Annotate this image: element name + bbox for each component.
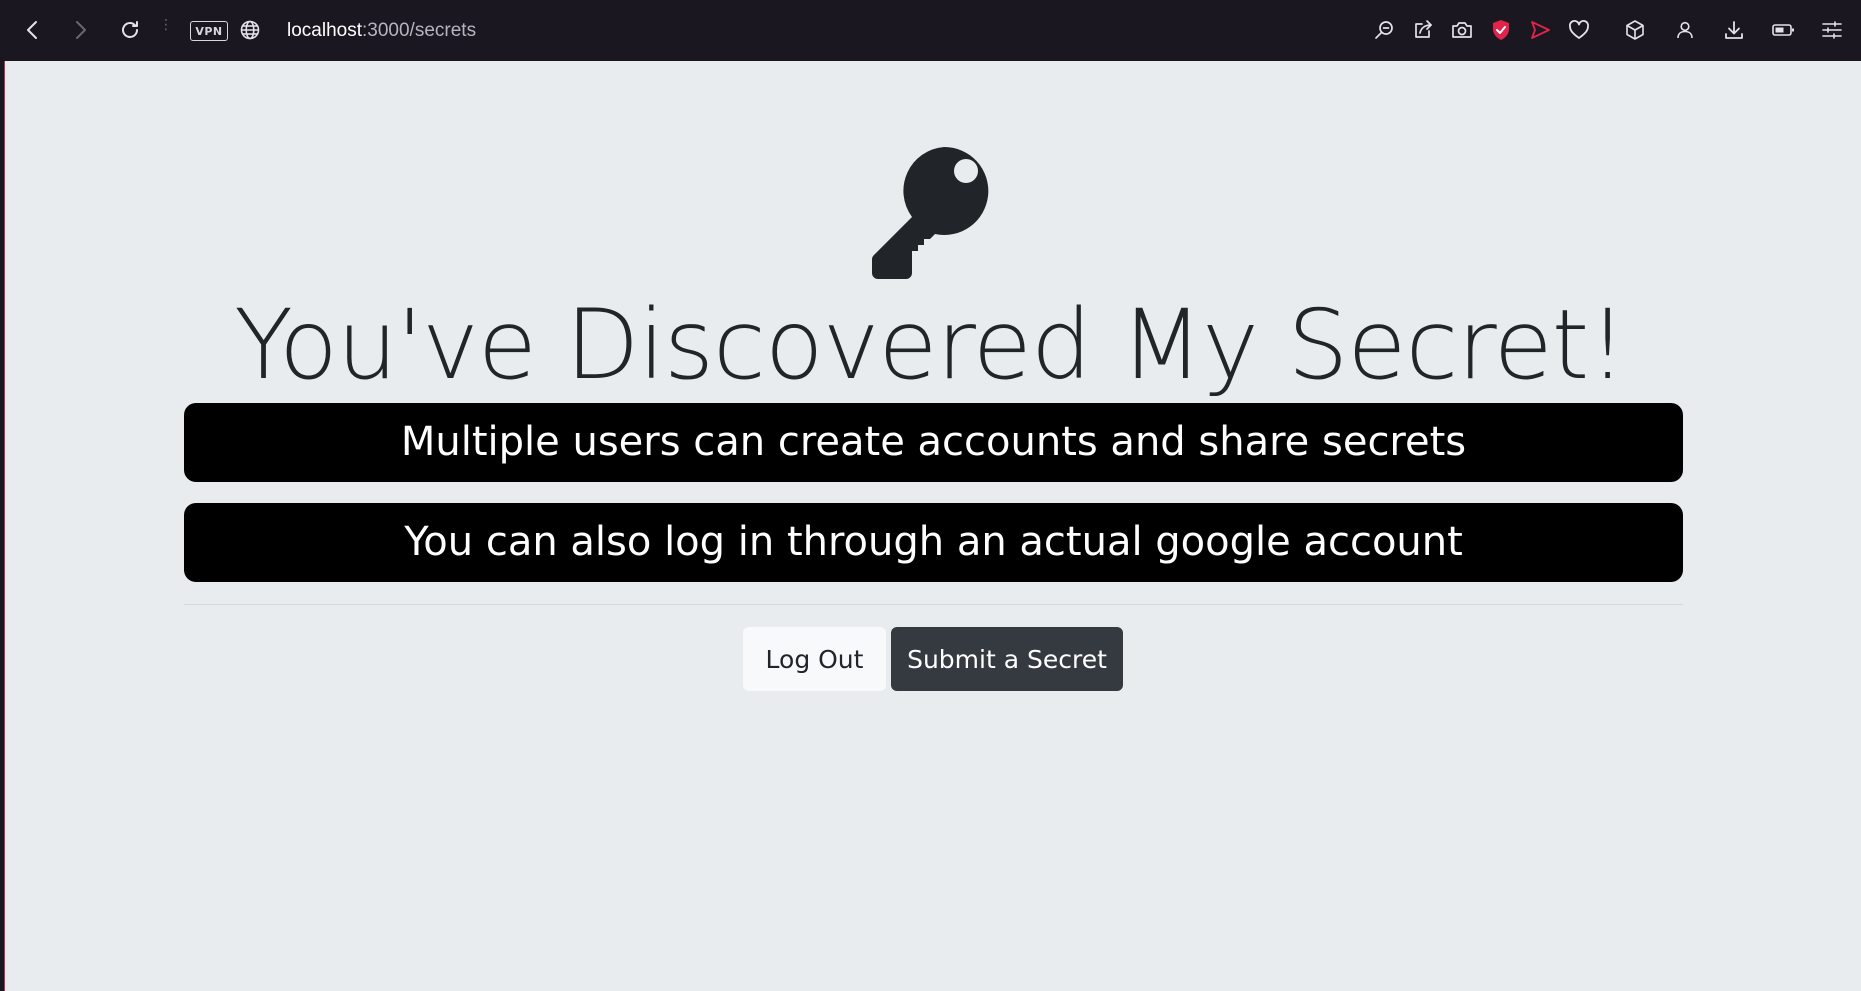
divider [184,604,1683,605]
heart-icon [1569,20,1589,39]
forward-icon [76,21,86,39]
back-icon [27,21,37,39]
battery-saver-button[interactable] [1765,12,1801,48]
toolbar-separator: ⋮ [159,17,173,33]
key-icon [872,146,989,279]
profile-button[interactable] [1667,12,1703,48]
reload-icon [122,21,138,38]
shield-icon [1493,20,1509,40]
send-icon [1531,21,1550,39]
easy-setup-button[interactable] [1814,12,1850,48]
ad-blocker-button[interactable] [1483,12,1519,48]
site-info-button[interactable] [232,12,268,48]
submit-secret-button[interactable]: Submit a Secret [891,627,1123,691]
page-title: You've Discovered My Secret! [234,289,1627,401]
menu-icon [1822,21,1842,39]
globe-icon [240,20,260,40]
search-page-button[interactable] [1366,12,1402,48]
url-host: localhost [287,20,362,41]
reload-button[interactable] [112,12,148,48]
profile-icon [1677,21,1693,39]
search-page-icon [1375,21,1393,39]
send-button[interactable] [1522,12,1558,48]
log-out-button[interactable]: Log Out [743,627,886,691]
downloads-button[interactable] [1716,12,1752,48]
browser-window: ⋮ VPN localhost:3000/secrets You've Disc… [0,0,1861,991]
camera-icon [1452,22,1472,38]
share-icon [1415,20,1432,38]
browser-toolbar: ⋮ VPN localhost:3000/secrets [0,0,1861,61]
address-bar[interactable]: localhost:3000/secrets [287,18,476,44]
secret-card: Multiple users can create accounts and s… [184,403,1683,482]
download-icon [1725,21,1743,39]
snapshot-button[interactable] [1444,12,1480,48]
vpn-badge[interactable]: VPN [190,21,228,41]
url-path: :3000/secrets [362,20,477,41]
forward-button[interactable] [62,12,98,48]
favorites-button[interactable] [1561,12,1597,48]
cube-icon [1626,20,1644,40]
battery-icon [1772,24,1794,36]
share-button[interactable] [1405,12,1441,48]
back-button[interactable] [15,12,51,48]
secret-card: You can also log in through an actual go… [184,503,1683,582]
extensions-button[interactable] [1617,12,1653,48]
